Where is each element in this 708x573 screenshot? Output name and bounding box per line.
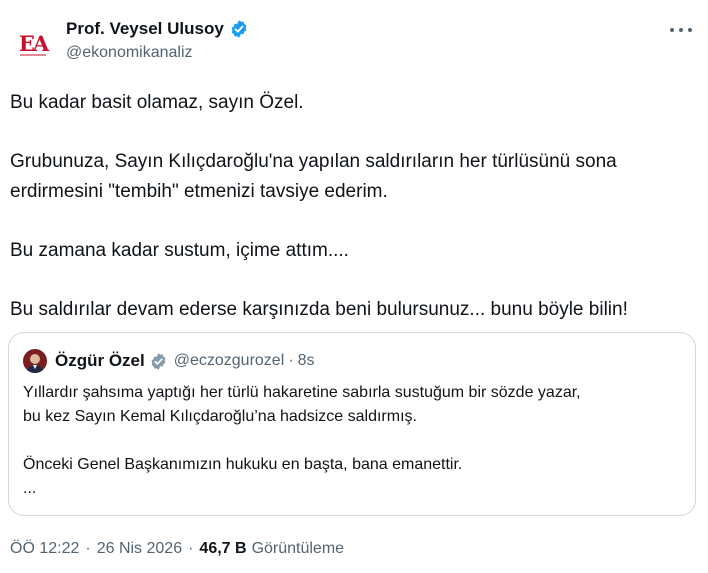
tweet-date[interactable]: 26 Nis 2026 [97, 540, 182, 558]
quoted-text-line: Önceki Genel Başkanımızın hukuku en başt… [23, 456, 463, 473]
verified-badge-icon [151, 352, 166, 370]
quoted-tweet-text: Yıllardır şahsıma yaptığı her türlü haka… [23, 381, 683, 501]
quoted-author-name: Özgür Özel [55, 351, 145, 370]
tweet-paragraph: Bu kadar basit olamaz, sayın Özel. [10, 92, 304, 113]
quoted-tweet[interactable]: Özgür Özel @eczozgurozel · 8s Yıllardır … [8, 332, 696, 516]
views-label: Görüntüleme [251, 540, 345, 557]
quoted-tweet-time: 8s [297, 352, 315, 369]
svg-text:EA: EA [19, 31, 50, 56]
tweet-meta: ÖÖ 12:22 · 26 Nis 2026 · 46,7 B Görüntül… [10, 540, 344, 558]
author-name[interactable]: Prof. Veysel Ulusoy [66, 18, 224, 40]
author-avatar[interactable]: EA [10, 20, 56, 66]
views-count: 46,7 B [199, 540, 247, 557]
quoted-text-line: bu kez Sayın Kemal Kılıçdaroğlu’na hadsi… [23, 408, 417, 425]
quoted-author-avatar [23, 349, 47, 373]
tweet-paragraph: Bu saldırılar devam ederse karşınızda be… [10, 299, 628, 320]
author-block: Prof. Veysel Ulusoy @ekonomikanaliz [66, 18, 249, 62]
verified-badge-icon [231, 20, 247, 38]
quoted-text-line: Yıllardır şahsıma yaptığı her türlü haka… [23, 384, 581, 401]
tweet-paragraph: Bu zamana kadar sustum, içime attım.... [10, 240, 349, 261]
author-handle[interactable]: @ekonomikanaliz [66, 44, 249, 62]
separator-dot: · [188, 540, 194, 557]
tweet-paragraph: Grubunuza, Sayın Kılıçdaroğlu'na yapılan… [10, 151, 617, 202]
quoted-tweet-header: Özgür Özel @eczozgurozel · 8s [23, 349, 314, 373]
tweet-time[interactable]: ÖÖ 12:22 [10, 540, 79, 558]
separator-dot: · [85, 540, 91, 557]
quoted-author-handle: @eczozgurozel [173, 352, 285, 369]
separator-dot: · [288, 352, 294, 369]
tweet-text: Bu kadar basit olamaz, sayın Özel. Grubu… [10, 88, 700, 325]
more-options-icon[interactable] [670, 22, 692, 38]
quoted-text-line: ... [23, 480, 37, 497]
